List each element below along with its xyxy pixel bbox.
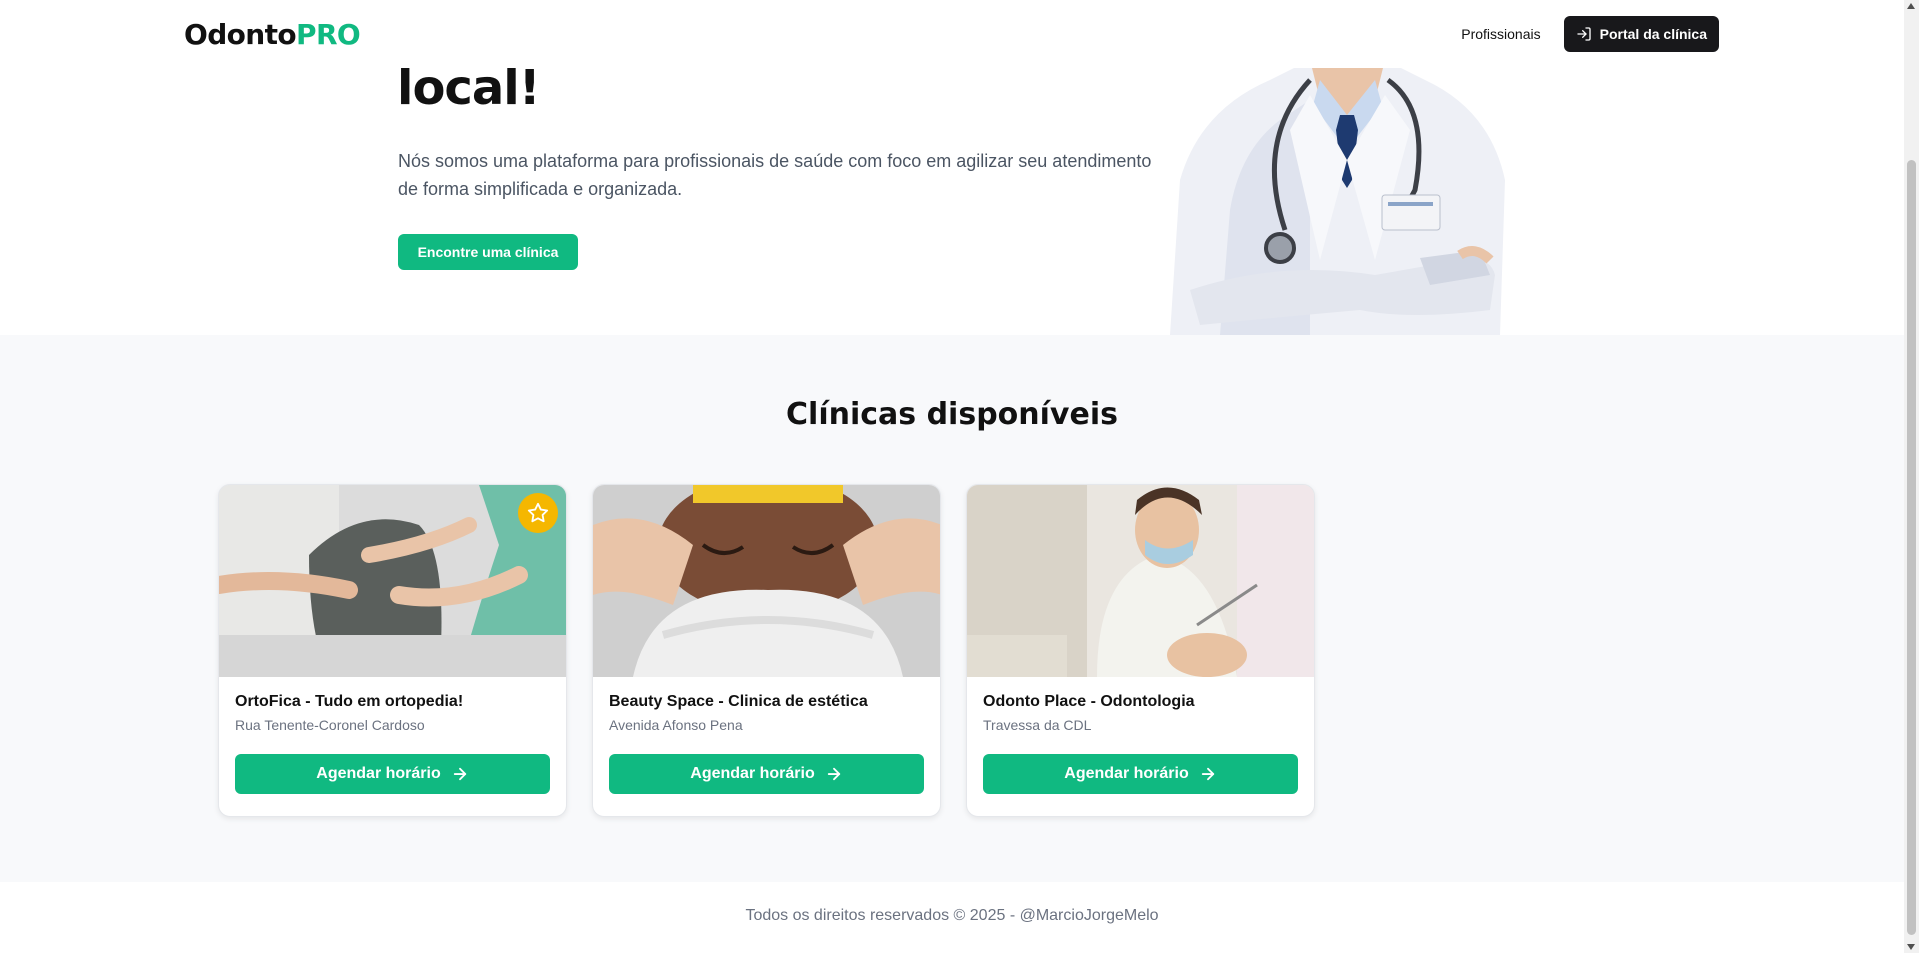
footer-text: Todos os direitos reservados © 2025 - @M… [745,907,1159,924]
hero-title: local! [397,60,541,116]
nav-professionals-link[interactable]: Profissionais [1461,26,1540,42]
clinic-address: Avenida Afonso Pena [609,717,743,733]
schedule-button[interactable]: Agendar horário [235,754,550,794]
clinics-title: Clínicas disponíveis [786,397,1118,432]
clinic-name: OrtoFica - Tudo em ortopedia! [235,693,464,710]
schedule-button-label: Agendar horário [690,765,815,782]
clinic-image [967,485,1314,677]
footer: Todos os direitos reservados © 2025 - @M… [0,882,1904,953]
clinic-card: Odonto Place - Odontologia Travessa da C… [966,484,1315,817]
logo-main: Odonto [184,17,297,51]
scroll-up-arrow-icon[interactable] [1907,3,1915,9]
portal-button-label: Portal da clínica [1599,26,1707,42]
schedule-button-label: Agendar horário [1064,765,1189,782]
arrow-right-icon [827,767,840,781]
featured-badge [518,493,558,533]
schedule-button[interactable]: Agendar horário [983,754,1298,794]
clinics-section: Clínicas disponíveis OrtoFica - Tudo em … [0,335,1904,882]
scrollbar-thumb[interactable] [1907,160,1916,935]
top-header: OdontoPRO Profissionais Portal da clínic… [0,0,1904,68]
arrow-right-icon [1201,767,1214,781]
scroll-down-arrow-icon[interactable] [1907,944,1915,950]
logo-accent: PRO [296,17,361,51]
arrow-right-icon [453,767,466,781]
clinic-card: Beauty Space - Clinica de estética Aveni… [592,484,941,817]
schedule-button-label: Agendar horário [316,765,441,782]
clinic-name: Odonto Place - Odontologia [983,693,1195,710]
hero-description: Nós somos uma plataforma para profission… [398,151,1152,199]
schedule-button[interactable]: Agendar horário [609,754,924,794]
page-scrollbar[interactable] [1904,0,1919,953]
clinic-address: Travessa da CDL [983,717,1092,733]
clinic-address: Rua Tenente-Coronel Cardoso [235,717,425,733]
clinic-name: Beauty Space - Clinica de estética [609,693,868,710]
log-in-icon [1576,27,1591,41]
logo[interactable]: OdontoPRO [184,17,361,51]
clinic-image [219,485,566,677]
find-clinic-button[interactable]: Encontre uma clínica [398,234,578,270]
main-nav: Profissionais Portal da clínica [1461,16,1719,52]
doctor-image [1170,60,1505,335]
clinic-image [593,485,940,677]
portal-button[interactable]: Portal da clínica [1563,16,1719,52]
clinic-card: OrtoFica - Tudo em ortopedia! Rua Tenent… [218,484,567,817]
star-icon [527,502,549,523]
